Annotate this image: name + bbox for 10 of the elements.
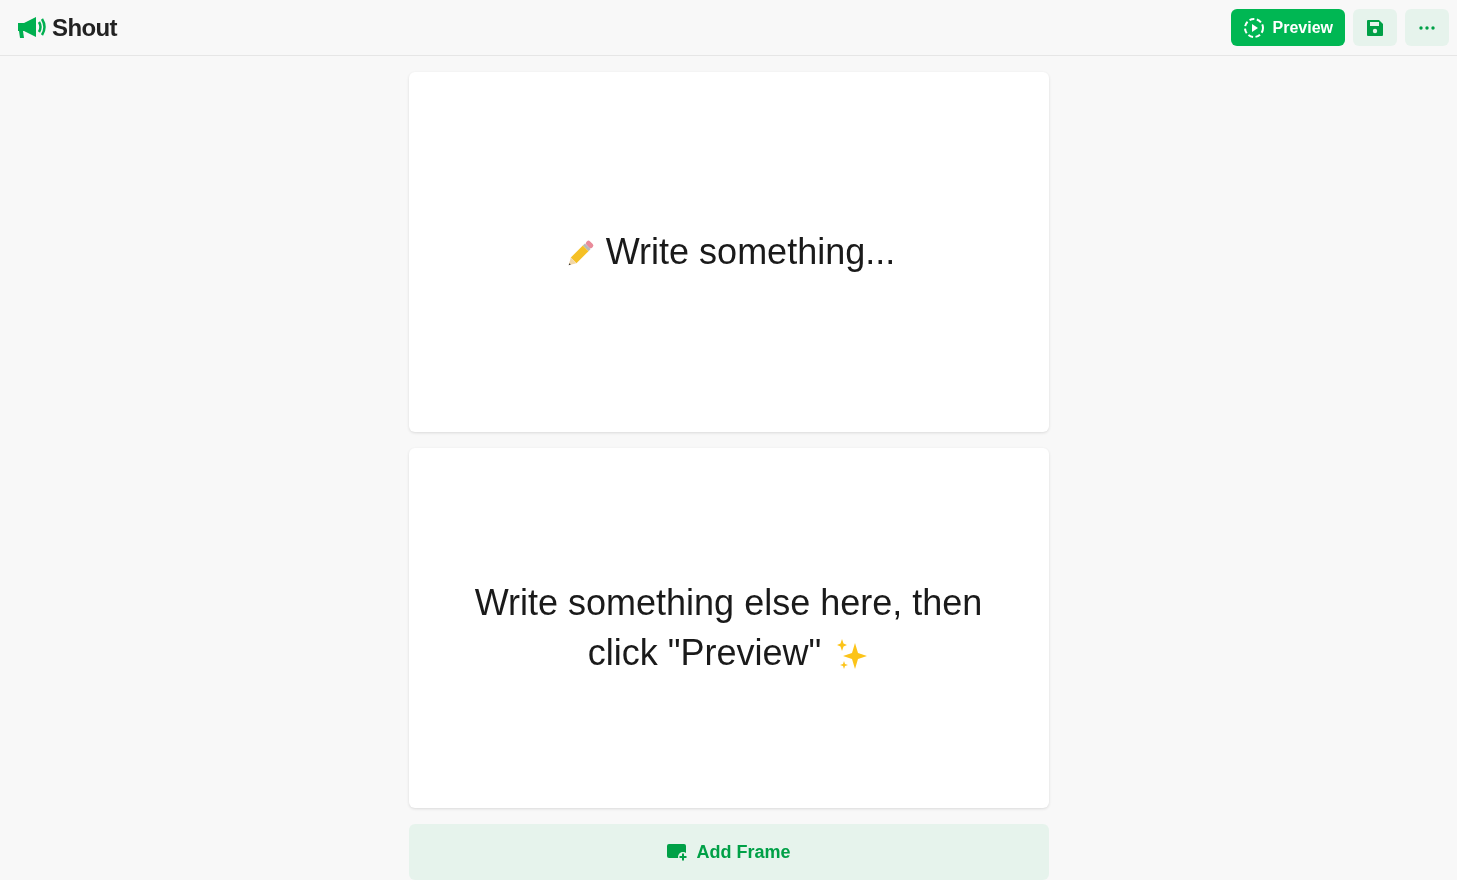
frame-text[interactable]: Write something...	[561, 227, 896, 277]
more-button[interactable]	[1405, 9, 1449, 46]
play-icon	[1242, 16, 1265, 39]
more-icon	[1419, 25, 1435, 30]
save-icon	[1366, 18, 1384, 37]
frame-text[interactable]: Write something else here, then click "Preview"	[472, 578, 985, 678]
megaphone-icon	[16, 14, 48, 41]
add-frame-icon	[666, 842, 689, 862]
save-button[interactable]	[1353, 9, 1397, 46]
brand-name: Shout	[52, 12, 117, 43]
